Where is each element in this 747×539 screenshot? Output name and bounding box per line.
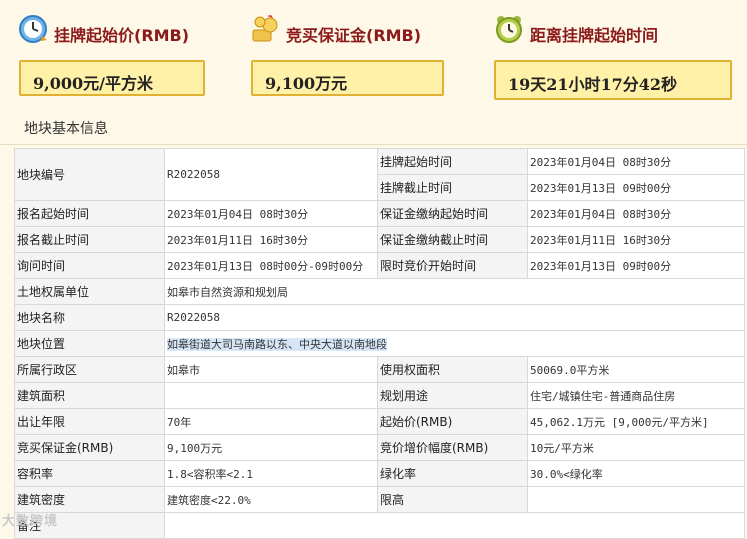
- bidding-start-value: 2023年01月13日 09时00分: [527, 252, 745, 279]
- signup-end-value: 2023年01月11日 16时30分: [164, 226, 378, 253]
- table-row: 地块名称 R2022058: [14, 304, 745, 331]
- location-label: 地块位置: [14, 330, 165, 357]
- table-row: 地块编号 R2022058 挂牌起始时间 2023年01月04日 08时30分: [14, 148, 745, 201]
- money-icon: [252, 15, 278, 42]
- start-price-row-label: 起始价(RMB): [377, 408, 528, 435]
- divider: [0, 144, 747, 145]
- parcel-number-label: 地块编号: [14, 148, 165, 201]
- table-row: 建筑面积 规划用途 住宅/城镇住宅-普通商品住房: [14, 382, 745, 409]
- inquiry-time-label: 询问时间: [14, 252, 165, 279]
- listing-start-label: 挂牌起始时间: [377, 148, 528, 175]
- countdown-value: 19天21小时17分42秒: [508, 75, 678, 94]
- table-row: 出让年限 70年 起始价(RMB) 45,062.1万元 [9,000元/平方米…: [14, 408, 745, 435]
- deposit-end-value: 2023年01月11日 16时30分: [527, 226, 745, 253]
- location-value: 如皋街道大司马南路以东、中央大道以南地段: [164, 330, 745, 357]
- table-row: 所属行政区 如皋市 使用权面积 50069.0平方米: [14, 356, 745, 383]
- use-area-label: 使用权面积: [377, 356, 528, 383]
- district-value: 如皋市: [164, 356, 378, 383]
- location-text: 如皋街道大司马南路以东、中央大道以南地段: [167, 337, 387, 351]
- building-density-value: 建筑密度<22.0%: [164, 486, 378, 513]
- table-row: 土地权属单位 如皋市自然资源和规划局: [14, 278, 745, 305]
- listing-end-label: 挂牌截止时间: [377, 174, 528, 201]
- clock-icon: [19, 15, 47, 43]
- term-label: 出让年限: [14, 408, 165, 435]
- table-row: 备注: [14, 512, 745, 539]
- parcel-name-label: 地块名称: [14, 304, 165, 331]
- deposit-box: 9,100万元: [251, 60, 444, 96]
- summary-cards: 挂牌起始价(RMB) 9,000元/平方米 竞买保证金(RMB) 9,100万元: [0, 0, 747, 110]
- inquiry-time-value: 2023年01月13日 08时00分-09时00分: [164, 252, 378, 279]
- parcel-name-value: R2022058: [164, 304, 745, 331]
- start-price-box: 9,000元/平方米: [19, 60, 205, 96]
- listing-end-value: 2023年01月13日 09时00分: [527, 174, 745, 201]
- owner-value: 如皋市自然资源和规划局: [164, 278, 745, 305]
- deposit-label: 竞买保证金(RMB): [286, 26, 422, 45]
- signup-start-value: 2023年01月04日 08时30分: [164, 200, 378, 227]
- listing-start-value: 2023年01月04日 08时30分: [527, 148, 745, 175]
- table-row: 容积率 1.8<容积率<2.1 绿化率 30.0%<绿化率: [14, 460, 745, 487]
- start-price-value: 9,000元/平方米: [33, 74, 153, 93]
- height-limit-value: [527, 486, 745, 513]
- table-row: 询问时间 2023年01月13日 08时00分-09时00分 限时竞价开始时间 …: [14, 252, 745, 279]
- deposit-value: 9,100万元: [265, 74, 348, 93]
- signup-end-label: 报名截止时间: [14, 226, 165, 253]
- floor-area-value: [164, 382, 378, 409]
- alarm-clock-icon: [496, 16, 522, 43]
- deposit-row-label: 竞买保证金(RMB): [14, 434, 165, 461]
- building-density-label: 建筑密度: [14, 486, 165, 513]
- deposit-row-value: 9,100万元: [164, 434, 378, 461]
- start-price-row-value: 45,062.1万元 [9,000元/平方米]: [527, 408, 745, 435]
- deposit-start-value: 2023年01月04日 08时30分: [527, 200, 745, 227]
- plot-ratio-value: 1.8<容积率<2.1: [164, 460, 378, 487]
- green-ratio-value: 30.0%<绿化率: [527, 460, 745, 487]
- district-label: 所属行政区: [14, 356, 165, 383]
- plot-ratio-label: 容积率: [14, 460, 165, 487]
- floor-area-label: 建筑面积: [14, 382, 165, 409]
- remarks-value: [164, 512, 745, 539]
- parcel-number-value: R2022058: [164, 148, 378, 201]
- planned-use-value: 住宅/城镇住宅-普通商品住房: [527, 382, 745, 409]
- bid-increment-value: 10元/平方米: [527, 434, 745, 461]
- height-limit-label: 限高: [377, 486, 528, 513]
- countdown-box: 19天21小时17分42秒: [494, 60, 732, 100]
- signup-start-label: 报名起始时间: [14, 200, 165, 227]
- use-area-value: 50069.0平方米: [527, 356, 745, 383]
- table-row: 地块位置 如皋街道大司马南路以东、中央大道以南地段: [14, 330, 745, 357]
- table-row: 报名起始时间 2023年01月04日 08时30分 保证金缴纳起始时间 2023…: [14, 200, 745, 227]
- bid-increment-label: 竞价增价幅度(RMB): [377, 434, 528, 461]
- bidding-start-label: 限时竞价开始时间: [377, 252, 528, 279]
- countdown-label: 距离挂牌起始时间: [530, 26, 659, 45]
- deposit-end-label: 保证金缴纳截止时间: [377, 226, 528, 253]
- table-row: 建筑密度 建筑密度<22.0% 限高: [14, 486, 745, 513]
- watermark: 大数跨境: [2, 514, 59, 529]
- deposit-start-label: 保证金缴纳起始时间: [377, 200, 528, 227]
- table-row: 报名截止时间 2023年01月11日 16时30分 保证金缴纳截止时间 2023…: [14, 226, 745, 253]
- planned-use-label: 规划用途: [377, 382, 528, 409]
- green-ratio-label: 绿化率: [377, 460, 528, 487]
- start-price-label: 挂牌起始价(RMB): [54, 26, 190, 45]
- land-info-table: 地块编号 R2022058 挂牌起始时间 2023年01月04日 08时30分 …: [14, 148, 745, 539]
- owner-label: 土地权属单位: [14, 278, 165, 305]
- table-row: 竞买保证金(RMB) 9,100万元 竞价增价幅度(RMB) 10元/平方米: [14, 434, 745, 461]
- term-value: 70年: [164, 408, 378, 435]
- section-title: 地块基本信息: [24, 121, 108, 137]
